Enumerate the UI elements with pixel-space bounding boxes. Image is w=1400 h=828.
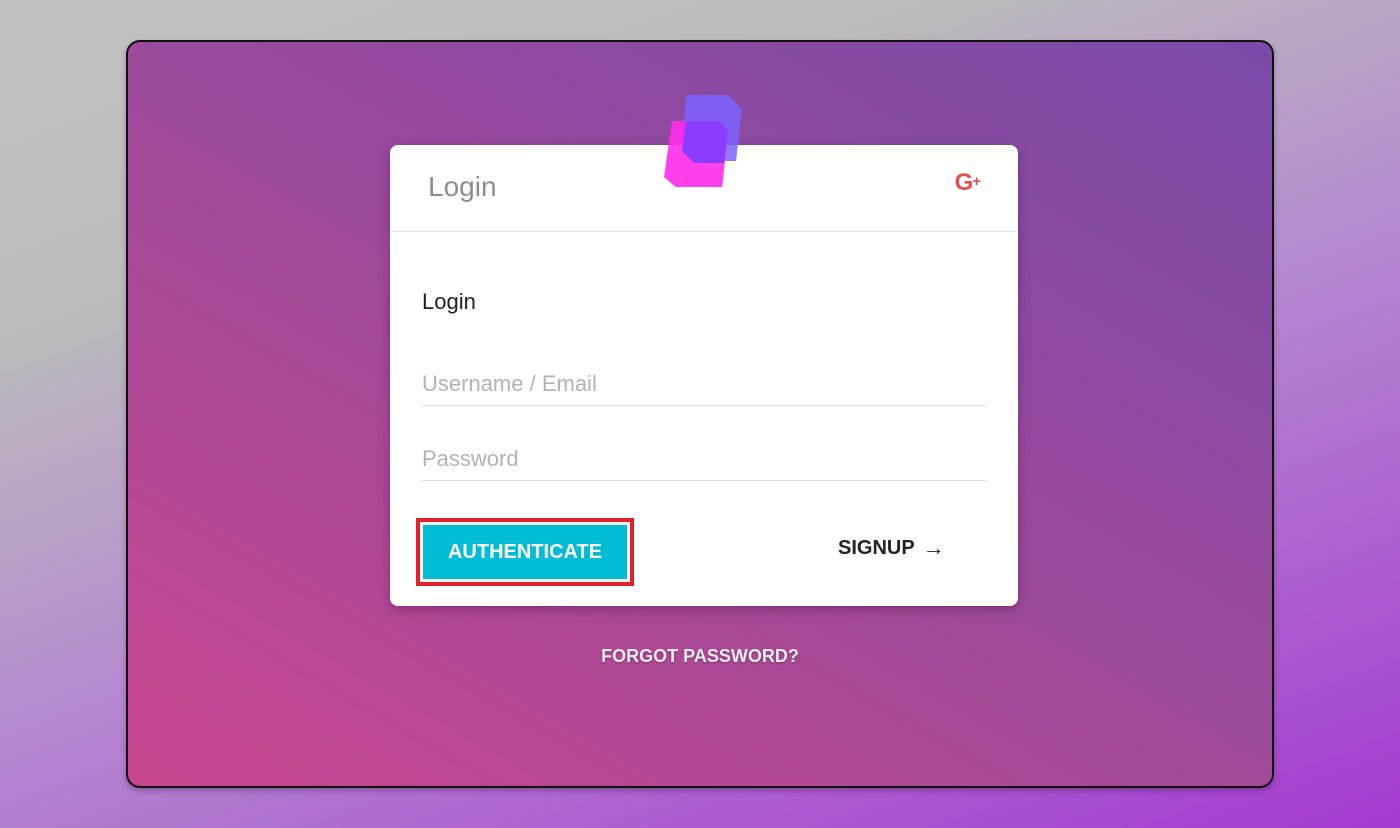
google-plus-sign: +	[972, 173, 981, 190]
username-email-input[interactable]	[422, 363, 986, 406]
google-plus-letter: G	[954, 169, 974, 196]
card-header-title: Login	[428, 171, 497, 202]
password-input[interactable]	[422, 438, 986, 481]
forgot-password-link[interactable]: FORGOT PASSWORD?	[128, 646, 1272, 667]
app-window: Login G+ Login AUTHENTICATE SIGNUP → FOR…	[126, 40, 1274, 788]
authenticate-highlight: AUTHENTICATE	[416, 518, 634, 586]
signup-button[interactable]: SIGNUP →	[838, 535, 945, 561]
login-section-title: Login	[422, 289, 476, 314]
login-card: Login G+ Login AUTHENTICATE SIGNUP →	[390, 95, 1018, 606]
signup-label: SIGNUP	[838, 536, 915, 559]
stacked-squares-logo-icon	[664, 95, 742, 187]
google-plus-icon[interactable]: G+	[954, 169, 981, 197]
arrow-right-icon: →	[922, 535, 945, 560]
authenticate-button[interactable]: AUTHENTICATE	[423, 525, 627, 579]
